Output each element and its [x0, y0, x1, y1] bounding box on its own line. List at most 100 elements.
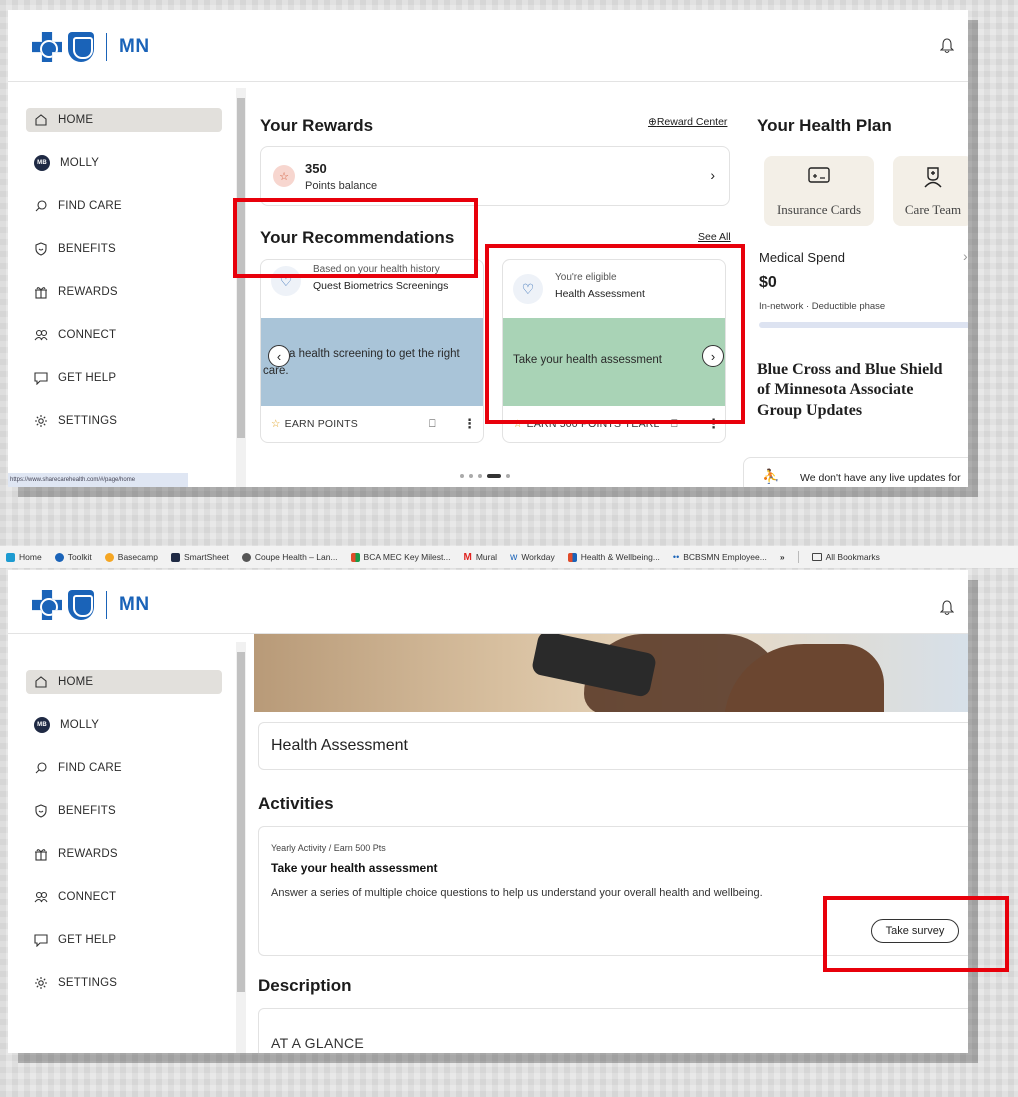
sidebar-item-settings[interactable]: SETTINGS	[26, 971, 222, 995]
dashboard-screenshot: MN HOME MB MOLLY FIND CARE BENEFITS REWA…	[8, 10, 968, 487]
search-icon	[35, 200, 47, 212]
sidebar-item-find-care[interactable]: FIND CARE	[26, 756, 222, 780]
bookmark-label: BCBSMN Employee...	[683, 552, 767, 562]
rec-card-body-line: a health screening to get the right	[289, 348, 460, 360]
avatar: MB	[34, 717, 50, 733]
bookmark-icon[interactable]: ⎕	[671, 418, 678, 431]
id-card-icon	[808, 167, 830, 183]
bookmark-icon[interactable]: ⎕	[429, 418, 436, 431]
logo-divider	[106, 591, 107, 619]
sidebar-item-home[interactable]: HOME	[26, 670, 222, 694]
sidebar-item-rewards[interactable]: REWARDS	[26, 842, 222, 866]
carousel-dot-active[interactable]	[487, 474, 501, 478]
tile-label: Care Team	[904, 202, 962, 217]
medical-spend-label[interactable]: Medical Spend	[759, 250, 845, 265]
site-icon	[6, 552, 15, 562]
insurance-cards-tile[interactable]: Insurance Cards	[764, 156, 874, 226]
points-card[interactable]: ☆ 350 Points balance ›	[260, 146, 730, 206]
sidebar-item-molly[interactable]: MB MOLLY	[26, 713, 222, 737]
bookmark-basecamp[interactable]: Basecamp	[104, 552, 158, 562]
all-bookmarks-button[interactable]: All Bookmarks	[811, 552, 880, 562]
sidebar-item-get-help[interactable]: GET HELP	[26, 366, 222, 390]
bookmark-coupe-health[interactable]: Coupe Health – Lan...	[241, 552, 338, 562]
carousel-next-button[interactable]: ›	[702, 345, 724, 367]
more-options-icon[interactable]: ⋮	[707, 416, 720, 432]
activity-meta: Yearly Activity / Earn 500 Pts	[271, 843, 386, 853]
search-icon	[35, 762, 47, 774]
gift-icon	[35, 849, 47, 861]
chat-icon	[34, 934, 48, 947]
bookmark-smartsheet[interactable]: SmartSheet	[170, 552, 229, 562]
reward-center-link[interactable]: ⊕Reward Center	[648, 116, 727, 128]
site-icon: ••	[672, 552, 680, 562]
carousel-dot[interactable]	[460, 474, 464, 478]
heart-icon: ♡	[513, 274, 543, 304]
see-all-link[interactable]: See All	[698, 231, 731, 243]
star-icon: ☆	[273, 165, 295, 187]
home-icon	[35, 676, 47, 688]
bookmark-label: Health & Wellbeing...	[580, 552, 660, 562]
sidebar-item-home[interactable]: HOME	[26, 108, 222, 132]
bcbs-logo[interactable]: MN	[32, 32, 150, 62]
bookmark-label: Toolkit	[67, 552, 92, 562]
recommendation-card-quest[interactable]: ♡ Based on your health history Quest Bio…	[260, 259, 484, 443]
sidebar-item-label: BENEFITS	[58, 243, 116, 255]
activity-title: Take your health assessment	[271, 861, 438, 875]
sidebar-item-molly[interactable]: MB MOLLY	[26, 151, 222, 175]
doctor-icon	[924, 167, 942, 188]
bookmark-bcbsmn-employee[interactable]: •• BCBSMN Employee...	[673, 552, 767, 562]
heart-icon: ♡	[271, 266, 301, 296]
care-team-tile[interactable]: Care Team	[893, 156, 968, 226]
globe-icon	[241, 552, 251, 562]
sidebar-item-get-help[interactable]: GET HELP	[26, 928, 222, 952]
sidebar-item-benefits[interactable]: BENEFITS	[26, 237, 222, 261]
bcbs-logo[interactable]: MN	[32, 590, 150, 620]
notification-bell-icon[interactable]	[940, 38, 954, 54]
recommendation-card-health-assessment[interactable]: ♡ You're eligible Health Assessment Take…	[502, 259, 726, 443]
assessment-title-card: Health Assessment	[258, 722, 968, 770]
carousel-dot[interactable]	[478, 474, 482, 478]
activities-heading: Activities	[258, 794, 334, 813]
sidebar-item-rewards[interactable]: REWARDS	[26, 280, 222, 304]
sidebar-item-label: SETTINGS	[58, 977, 118, 989]
bookmark-home[interactable]: Home	[6, 552, 42, 562]
medical-spend-value: $0	[759, 274, 777, 291]
sidebar-item-benefits[interactable]: BENEFITS	[26, 799, 222, 823]
sidebar-scrollbar[interactable]	[236, 88, 246, 487]
bookmark-mural[interactable]: M Mural	[463, 552, 497, 563]
at-a-glance-card: AT A GLANCE	[258, 1008, 968, 1053]
sidebar-item-label: REWARDS	[58, 848, 118, 860]
bookmarks-overflow-button[interactable]: »	[780, 552, 785, 562]
bookmark-bca-mec[interactable]: BCA MEC Key Milest...	[350, 552, 451, 562]
sidebar-item-label: HOME	[58, 114, 94, 126]
carousel-dot[interactable]	[506, 474, 510, 478]
bookmark-toolkit[interactable]: Toolkit	[54, 552, 92, 562]
sidebar-item-connect[interactable]: CONNECT	[26, 885, 222, 909]
sidebar-item-label: SETTINGS	[58, 415, 118, 427]
carousel-dot[interactable]	[469, 474, 473, 478]
sidebar-item-find-care[interactable]: FIND CARE	[26, 194, 222, 218]
state-label: MN	[119, 594, 150, 615]
gift-icon	[35, 287, 47, 299]
take-survey-button[interactable]: Take survey	[871, 919, 959, 943]
bookmark-workday[interactable]: w Workday	[510, 552, 555, 563]
scrollbar-thumb[interactable]	[237, 652, 245, 992]
sidebar-item-connect[interactable]: CONNECT	[26, 323, 222, 347]
updates-card: ⛹ We don't have any live updates for	[743, 457, 968, 487]
sidebar-item-settings[interactable]: SETTINGS	[26, 409, 222, 433]
rec-card-title: Quest Biometrics Screenings	[313, 280, 449, 292]
earn-text: EARN 500 POINTS YEARL	[526, 418, 660, 430]
home-icon	[35, 114, 47, 126]
blue-cross-icon	[32, 590, 62, 620]
bookmarks-divider	[797, 551, 799, 563]
chevron-right-icon[interactable]: ›	[963, 248, 968, 264]
scrollbar-thumb[interactable]	[237, 98, 245, 438]
notification-bell-icon[interactable]	[940, 600, 954, 616]
more-options-icon[interactable]: ⋮	[463, 416, 476, 432]
bookmark-health-wellbeing[interactable]: Health & Wellbeing...	[567, 552, 660, 562]
carousel-prev-button[interactable]: ‹	[268, 345, 290, 367]
sidebar-scrollbar[interactable]	[236, 642, 246, 1053]
blue-shield-icon	[68, 590, 94, 620]
bookmark-label: BCA MEC Key Milest...	[363, 552, 451, 562]
sidebar-item-label: FIND CARE	[58, 762, 122, 774]
